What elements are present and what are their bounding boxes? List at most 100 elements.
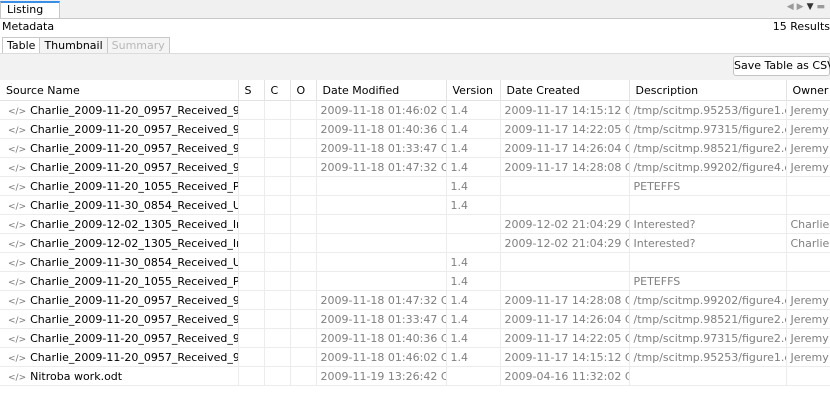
table-row[interactable]: </>Charlie_2009-11-30_0854_Received_US50…: [0, 195, 830, 215]
cell-date-created: 2009-11-17 14:15:12 CST: [500, 347, 630, 367]
cell-owner: Charlie <: [786, 214, 830, 234]
tab-listing[interactable]: Listing: [0, 1, 60, 18]
table-row[interactable]: </>Charlie_2009-12-02_1305_Received_Inte…: [0, 233, 830, 253]
cell-description: /tmp/scitmp.99202/figure4.eps: [629, 157, 787, 177]
col-source-name[interactable]: Source Name: [0, 80, 239, 101]
tab-list-dropdown-icon[interactable]: ▼: [807, 2, 817, 12]
file-code-icon: </>: [8, 125, 27, 136]
source-name-text: Charlie_2009-11-20_0957_Received_95253.S…: [30, 103, 237, 117]
cell-description: /tmp/scitmp.99202/figure4.eps: [629, 290, 787, 310]
file-code-icon: </>: [8, 315, 27, 326]
cell-date-created: 2009-12-02 21:04:29 CST: [500, 233, 630, 253]
table-row[interactable]: </>Charlie_2009-11-20_0957_Received_9525…: [0, 100, 830, 120]
cell-owner: Jeremy St: [786, 309, 830, 329]
file-code-icon: </>: [8, 182, 27, 193]
cell-source-name: </>Charlie_2009-11-20_1055_Received_PETE…: [0, 271, 239, 291]
cell-s: [238, 309, 265, 329]
cell-version: 1.4: [446, 119, 501, 139]
table-row[interactable]: </>Charlie_2009-11-20_0957_Received_9731…: [0, 328, 830, 348]
cell-s: [238, 233, 265, 253]
cell-o: [290, 328, 317, 348]
cell-date-modified: 2009-11-18 01:46:02 CST: [316, 347, 447, 367]
col-o[interactable]: O: [290, 80, 317, 101]
tab-thumbnail[interactable]: Thumbnail: [39, 37, 107, 54]
cell-date-modified: 2009-11-18 01:46:02 CST: [316, 100, 447, 120]
table-row[interactable]: </>Charlie_2009-11-20_1055_Received_PETE…: [0, 176, 830, 196]
cell-c: [264, 347, 291, 367]
cell-c: [264, 119, 291, 139]
cell-c: [264, 176, 291, 196]
cell-owner: Jeremy St: [786, 347, 830, 367]
cell-version: 1.4: [446, 157, 501, 177]
table-header-row: Source Name S C O Date Modified Version …: [0, 80, 830, 101]
file-code-icon: </>: [8, 239, 27, 250]
table-row[interactable]: </>Nitroba work.odt 2009-11-19 13:26:42 C…: [0, 366, 830, 386]
col-c[interactable]: C: [264, 80, 291, 101]
cell-c: [264, 290, 291, 310]
cell-date-modified: [316, 214, 447, 234]
cell-o: [290, 195, 317, 215]
cell-source-name: </>Charlie_2009-11-20_0957_Received_9731…: [0, 119, 239, 139]
cell-date-created: 2009-11-17 14:26:04 CST: [500, 309, 630, 329]
cell-date-modified: [316, 176, 447, 196]
cell-s: [238, 195, 265, 215]
cell-s: [238, 290, 265, 310]
cell-s: [238, 138, 265, 158]
cell-version: 1.4: [446, 290, 501, 310]
cell-date-created: 2009-12-02 21:04:29 CST: [500, 214, 630, 234]
tab-scroll-left-icon[interactable]: ◀: [787, 2, 797, 12]
cell-description: PETEFFS: [629, 271, 787, 291]
minimize-icon[interactable]: ▬: [816, 2, 828, 12]
tab-table[interactable]: Table: [2, 37, 40, 54]
cell-version: 1.4: [446, 271, 501, 291]
cell-description: Interested?: [629, 214, 787, 234]
cell-o: [290, 233, 317, 253]
col-owner[interactable]: Owner: [786, 80, 830, 101]
cell-version: 1.4: [446, 328, 501, 348]
cell-s: [238, 252, 265, 272]
cell-date-modified: 2009-11-19 13:26:42 CST: [316, 366, 447, 386]
source-name-text: Charlie_2009-11-20_1055_Received_PETEFFS…: [30, 274, 237, 288]
col-s[interactable]: S: [238, 80, 265, 101]
cell-date-modified: 2009-11-18 01:40:36 CST: [316, 119, 447, 139]
view-tabs: Table Thumbnail Summary: [2, 37, 170, 54]
cell-date-modified: [316, 233, 447, 253]
table-row[interactable]: </>Charlie_2009-11-20_0957_Received_9920…: [0, 157, 830, 177]
cell-date-modified: 2009-11-18 01:47:32 CST: [316, 290, 447, 310]
cell-c: [264, 100, 291, 120]
table-row[interactable]: </>Charlie_2009-11-20_1055_Received_PETE…: [0, 271, 830, 291]
file-code-icon: </>: [8, 220, 27, 231]
table-row[interactable]: </>Charlie_2009-11-20_0957_Received_9852…: [0, 309, 830, 329]
col-version[interactable]: Version: [446, 80, 501, 101]
table-row[interactable]: </>Charlie_2009-11-20_0957_Received_9525…: [0, 347, 830, 367]
table-toolbar: [0, 53, 830, 80]
table-row[interactable]: </>Charlie_2009-11-30_0854_Received_US50…: [0, 252, 830, 272]
save-table-csv-button[interactable]: Save Table as CSV: [733, 56, 830, 76]
cell-version: 1.4: [446, 195, 501, 215]
table-row[interactable]: </>Charlie_2009-12-02_1305_Received_Inte…: [0, 214, 830, 234]
cell-description: /tmp/scitmp.98521/figure2.eps: [629, 138, 787, 158]
table-row[interactable]: </>Charlie_2009-11-20_0957_Received_9920…: [0, 290, 830, 310]
cell-source-name: </>Charlie_2009-12-02_1305_Received_Inte…: [0, 214, 239, 234]
col-description[interactable]: Description: [629, 80, 787, 101]
tab-scroll-right-icon[interactable]: ▶: [797, 2, 807, 12]
cell-o: [290, 119, 317, 139]
col-date-created[interactable]: Date Created: [500, 80, 630, 101]
cell-s: [238, 214, 265, 234]
col-date-modified[interactable]: Date Modified: [316, 80, 447, 101]
cell-date-modified: [316, 195, 447, 215]
cell-date-modified: 2009-11-18 01:40:36 CST: [316, 328, 447, 348]
cell-s: [238, 366, 265, 386]
cell-description: Interested?: [629, 233, 787, 253]
cell-date-created: 2009-11-17 14:28:08 CST: [500, 290, 630, 310]
table-row[interactable]: </>Charlie_2009-11-20_0957_Received_9731…: [0, 119, 830, 139]
cell-o: [290, 290, 317, 310]
cell-source-name: </>Charlie_2009-11-20_0957_Received_9525…: [0, 100, 239, 120]
cell-date-modified: [316, 252, 447, 272]
table-row[interactable]: </>Charlie_2009-11-20_0957_Received_9852…: [0, 138, 830, 158]
source-name-text: Charlie_2009-11-20_0957_Received_99202.C…: [30, 293, 237, 307]
cell-owner: Jeremy St: [786, 119, 830, 139]
cell-o: [290, 271, 317, 291]
source-name-text: Charlie_2009-12-02_1305_Received_Interes…: [30, 217, 237, 231]
cell-date-created: 2009-11-17 14:22:05 CST: [500, 328, 630, 348]
